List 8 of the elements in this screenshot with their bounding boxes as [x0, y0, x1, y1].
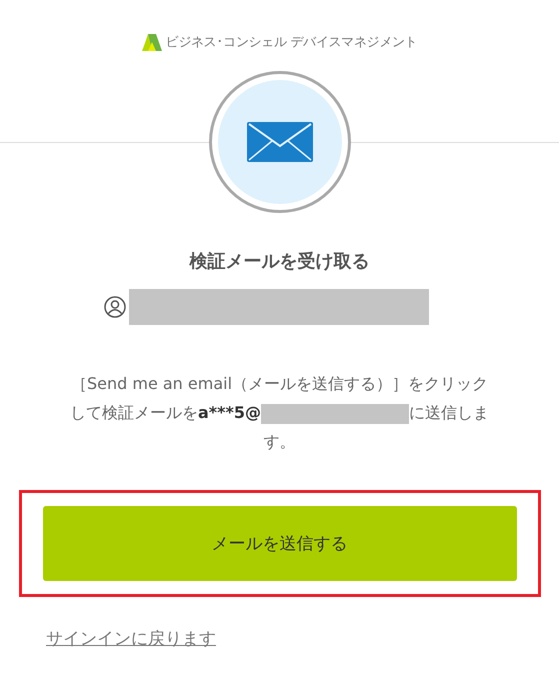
envelope-icon	[246, 122, 312, 162]
user-icon	[104, 296, 126, 318]
page-title: 検証メールを受け取る	[190, 250, 370, 273]
logo-icon	[142, 34, 162, 50]
send-email-button[interactable]: メールを送信する	[42, 506, 516, 581]
instruction-text: ［Send me an email（メールを送信する）］をクリックして検証メールをa***5@ に送信します。	[70, 373, 490, 453]
back-to-sign-in-link[interactable]: サインインに戻ります	[46, 627, 216, 650]
brand-name: ビジネス･コンシェル デバイスマネジメント	[166, 34, 418, 51]
